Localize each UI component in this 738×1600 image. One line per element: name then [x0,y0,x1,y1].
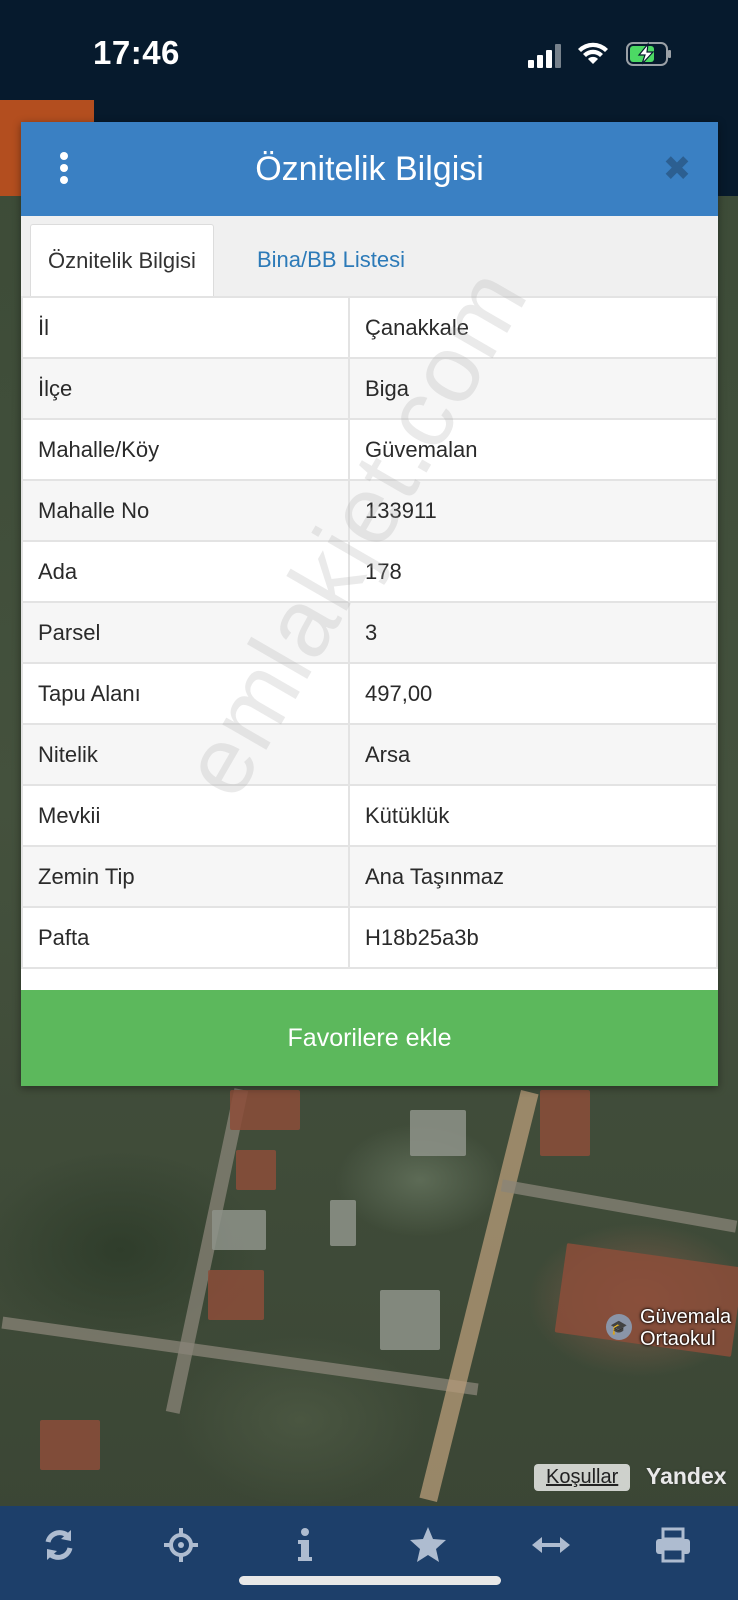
map-building [40,1420,100,1470]
measure-arrows-icon[interactable] [528,1522,574,1568]
attr-value: Biga [348,357,718,420]
map-building [380,1290,440,1350]
attr-value: Çanakkale [348,296,718,359]
attr-value: 3 [348,601,718,664]
attr-key: Mahalle No [21,479,350,542]
table-row: Ada 178 [21,540,718,603]
map-building [540,1090,590,1156]
school-icon[interactable]: 🎓 [606,1314,632,1340]
dialog-header: Öznitelik Bilgisi ✖ [21,122,718,216]
more-vertical-icon[interactable] [57,152,71,188]
table-row: Nitelik Arsa [21,723,718,786]
home-indicator [239,1576,501,1585]
attr-value: Ana Taşınmaz [348,845,718,908]
attr-value: Arsa [348,723,718,786]
attr-value: 497,00 [348,662,718,725]
attr-key: Mahalle/Köy [21,418,350,481]
attr-key: İl [21,296,350,359]
battery-charging-icon [626,42,671,66]
attr-key: Nitelik [21,723,350,786]
star-icon[interactable] [405,1522,451,1568]
attr-key: İlçe [21,357,350,420]
table-row: Parsel 3 [21,601,718,664]
attr-value: Kütüklük [348,784,718,847]
map-provider-logo: Yandex [646,1463,727,1489]
map-building [236,1150,276,1190]
attr-key: Parsel [21,601,350,664]
bottom-toolbar [0,1506,738,1600]
refresh-icon[interactable] [36,1522,82,1568]
tab-building-list[interactable]: Bina/BB Listesi [240,224,422,296]
dialog-title: Öznitelik Bilgisi [255,150,484,188]
info-icon[interactable] [282,1522,328,1568]
map-road [165,1088,249,1414]
status-bar: 17:46 [0,0,738,100]
attr-key: Pafta [21,906,350,969]
table-row: Zemin Tip Ana Taşınmaz [21,845,718,908]
map-place-label[interactable]: Güvemala Ortaokul [640,1306,731,1350]
cellular-signal-icon [528,44,561,68]
table-row: Pafta H18b25a3b [21,906,718,969]
table-row: İl Çanakkale [21,296,718,359]
attr-value: 178 [348,540,718,603]
place-label-line2: Ortaokul [640,1328,716,1350]
table-row: Mahalle No 133911 [21,479,718,542]
table-row: İlçe Biga [21,357,718,420]
table-row: Mahalle/Köy Güvemalan [21,418,718,481]
map-road [500,1179,738,1233]
attribute-table: İl Çanakkale İlçe Biga Mahalle/Köy Güvemala… [21,296,718,969]
status-time: 17:46 [93,34,180,71]
place-label-line1: Güvemala [640,1306,732,1328]
attr-value: Güvemalan [348,418,718,481]
attr-key: Mevkii [21,784,350,847]
attr-key: Tapu Alanı [21,662,350,725]
attribute-info-dialog: Öznitelik Bilgisi ✖ Öznitelik Bilgisi Bi… [21,122,718,1086]
tab-bar: Öznitelik Bilgisi Bina/BB Listesi [21,216,718,298]
attr-key: Ada [21,540,350,603]
map-building [330,1200,356,1246]
map-building [212,1210,266,1250]
print-icon[interactable] [650,1522,696,1568]
attr-value: H18b25a3b [348,906,718,969]
map-building [230,1090,300,1130]
terms-link[interactable]: Koşullar [534,1464,631,1491]
table-row: Mevkii Kütüklük [21,784,718,847]
map-building [410,1110,466,1156]
table-row: Tapu Alanı 497,00 [21,662,718,725]
tab-attribute-info[interactable]: Öznitelik Bilgisi [30,224,214,297]
attr-value: 133911 [348,479,718,542]
locate-crosshair-icon[interactable] [158,1522,204,1568]
wifi-icon [578,42,608,64]
close-icon[interactable]: ✖ [658,150,696,188]
map-building [208,1270,264,1320]
attr-key: Zemin Tip [21,845,350,908]
add-to-favorites-button[interactable]: Favorilere ekle [21,990,718,1086]
